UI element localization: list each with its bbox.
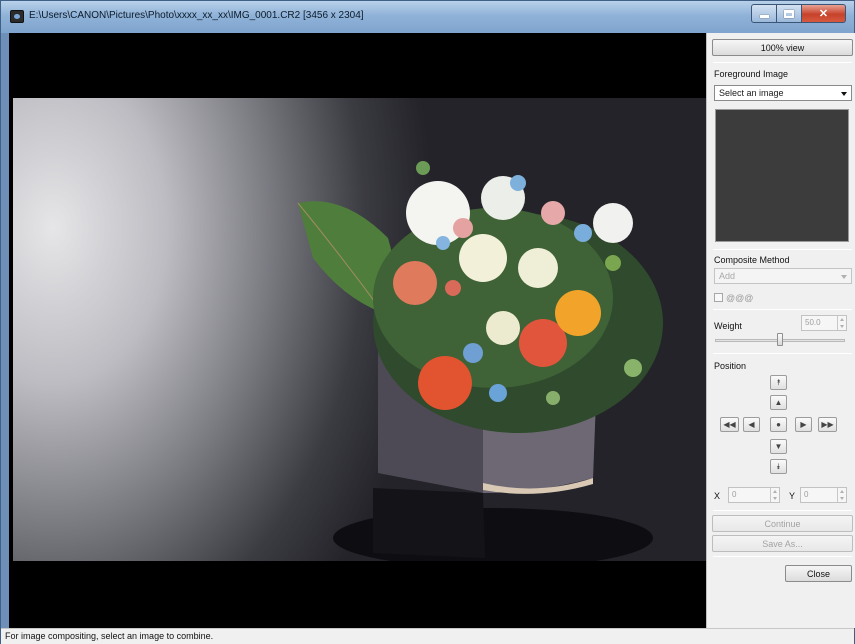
y-spinner-icon[interactable] — [837, 488, 846, 502]
x-label: X — [714, 491, 721, 501]
center-button[interactable]: ● — [770, 417, 787, 432]
weight-spinner-icon[interactable] — [837, 316, 846, 330]
app-window: E:\Users\CANON\Pictures\Photo\xxxx_xx_xx… — [0, 0, 855, 644]
view-100-button[interactable]: 100% view — [712, 39, 853, 56]
chevron-down-icon — [841, 275, 847, 279]
double-up-icon: ⯭ — [776, 377, 781, 387]
move-up-button[interactable]: ▲ — [770, 395, 787, 410]
image-viewport[interactable] — [9, 33, 706, 628]
left-icon: ◀ — [748, 419, 755, 429]
separator — [713, 556, 852, 557]
composite-method-label: Composite Method — [714, 255, 790, 265]
composite-panel: 100% view Foreground Image Select an ima… — [706, 33, 855, 628]
foreground-preview — [715, 109, 849, 242]
maximize-icon — [784, 9, 794, 18]
position-label: Position — [714, 361, 747, 371]
minimize-button[interactable] — [751, 4, 777, 23]
minimize-icon — [759, 15, 769, 18]
right-icon: ▶ — [800, 419, 807, 429]
foreground-image-select[interactable]: Select an image — [714, 85, 852, 101]
separator — [713, 309, 852, 310]
composite-option-checkbox[interactable] — [714, 293, 723, 302]
chevron-down-icon — [841, 92, 847, 96]
y-position-value: 0 — [804, 490, 809, 499]
double-left-icon: ◀◀ — [723, 419, 736, 429]
app-camera-icon — [10, 10, 24, 23]
flower-arrangement-image — [297, 161, 663, 561]
move-far-left-button[interactable]: ◀◀ — [720, 417, 739, 432]
separator — [713, 353, 852, 354]
weight-input[interactable]: 50.0 — [801, 315, 847, 331]
move-down-button[interactable]: ▼ — [770, 439, 787, 454]
double-right-icon: ▶▶ — [821, 419, 834, 429]
move-far-right-button[interactable]: ▶▶ — [818, 417, 837, 432]
y-position-input[interactable]: 0 — [800, 487, 847, 503]
move-left-button[interactable]: ◀ — [743, 417, 760, 432]
composite-option-label: @@@ — [726, 293, 754, 303]
weight-slider-thumb[interactable] — [777, 333, 783, 346]
close-button[interactable]: Close — [785, 565, 852, 582]
up-icon: ▲ — [774, 397, 783, 407]
weight-value: 50.0 — [805, 318, 821, 327]
move-right-button[interactable]: ▶ — [795, 417, 812, 432]
window-controls: ✕ — [751, 4, 846, 24]
save-as-button[interactable]: Save As... — [712, 535, 853, 552]
separator — [713, 62, 852, 63]
y-label: Y — [789, 491, 796, 501]
center-dot-icon: ● — [776, 419, 781, 429]
separator — [713, 249, 852, 250]
window-title: E:\Users\CANON\Pictures\Photo\xxxx_xx_xx… — [29, 10, 364, 21]
status-text: For image compositing, select an image t… — [5, 631, 214, 641]
separator — [713, 510, 852, 511]
continue-button[interactable]: Continue — [712, 515, 853, 532]
title-bar[interactable]: E:\Users\CANON\Pictures\Photo\xxxx_xx_xx… — [1, 1, 854, 33]
close-window-button[interactable]: ✕ — [802, 4, 846, 23]
weight-label: Weight — [714, 321, 742, 331]
double-down-icon: ⯯ — [776, 461, 781, 471]
status-bar: For image compositing, select an image t… — [1, 628, 854, 644]
maximize-button[interactable] — [777, 4, 802, 23]
foreground-image-select-value: Select an image — [719, 88, 784, 98]
composite-method-select[interactable]: Add — [714, 268, 852, 284]
foreground-image-label: Foreground Image — [714, 69, 789, 79]
composite-method-select-value: Add — [719, 271, 736, 281]
down-icon: ▼ — [774, 441, 783, 451]
move-bottom-button[interactable]: ⯯ — [770, 459, 787, 474]
x-position-input[interactable]: 0 — [728, 487, 780, 503]
move-top-button[interactable]: ⯭ — [770, 375, 787, 390]
x-position-value: 0 — [732, 490, 737, 499]
photo-preview — [13, 98, 706, 561]
x-spinner-icon[interactable] — [770, 488, 779, 502]
close-icon: ✕ — [818, 8, 829, 20]
